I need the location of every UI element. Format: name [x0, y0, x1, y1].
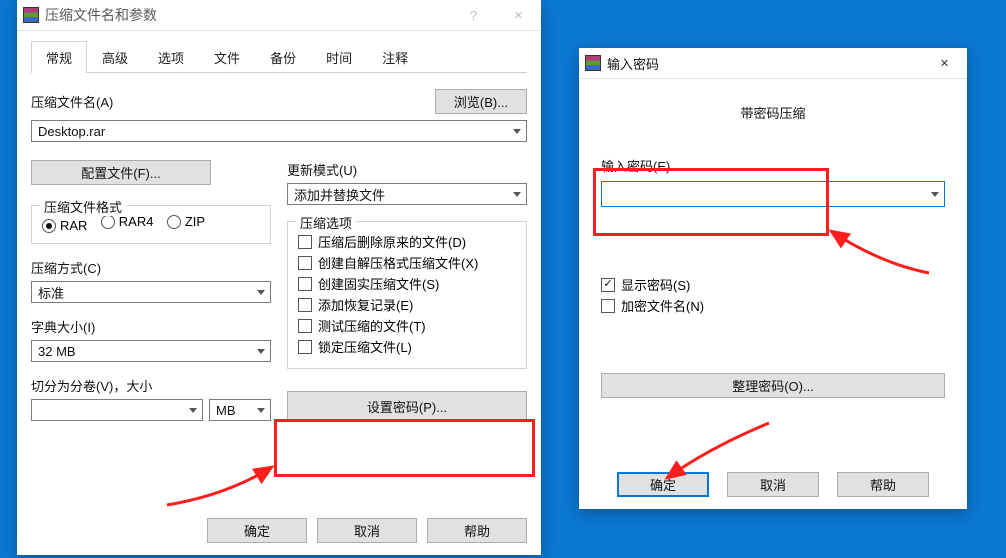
winrar-icon [585, 55, 601, 71]
window-title: 压缩文件名和参数 [45, 5, 451, 25]
update-mode-label: 更新模式(U) [287, 160, 527, 179]
split-unit-select[interactable]: MB [209, 399, 271, 421]
archive-name-label: 压缩文件名(A) [31, 92, 435, 111]
update-mode-select[interactable]: 添加并替换文件 [287, 183, 527, 205]
archive-name-value: Desktop.rar [32, 124, 508, 139]
check-solid[interactable]: 创建固实压缩文件(S) [298, 274, 516, 293]
tab-general[interactable]: 常规 [31, 41, 87, 73]
options-legend: 压缩选项 [296, 213, 356, 232]
radio-rar[interactable]: RAR [42, 218, 87, 233]
dict-select[interactable]: 32 MB [31, 340, 271, 362]
chevron-down-icon [184, 408, 202, 413]
check-lock[interactable]: 锁定压缩文件(L) [298, 337, 516, 356]
chevron-down-icon [252, 408, 270, 413]
tab-time[interactable]: 时间 [311, 41, 367, 73]
cancel-button[interactable]: 取消 [727, 472, 819, 497]
check-recovery[interactable]: 添加恢复记录(E) [298, 295, 516, 314]
format-legend: 压缩文件格式 [40, 197, 126, 216]
close-icon[interactable] [922, 48, 967, 78]
close-icon[interactable] [496, 0, 541, 30]
help-button[interactable]: 帮助 [837, 472, 929, 497]
dict-label: 字典大小(I) [31, 317, 271, 336]
winrar-icon [23, 7, 39, 23]
tab-backup[interactable]: 备份 [255, 41, 311, 73]
window-title: 输入密码 [607, 54, 922, 73]
titlebar: 输入密码 [579, 48, 967, 79]
radio-rar4[interactable]: RAR4 [101, 214, 154, 229]
split-label: 切分为分卷(V)，大小 [31, 376, 271, 395]
chevron-down-icon [508, 129, 526, 134]
password-input[interactable] [601, 181, 945, 207]
check-encrypt-names[interactable]: 加密文件名(N) [601, 296, 945, 315]
options-group: 压缩选项 压缩后删除原来的文件(D) 创建自解压格式压缩文件(X) 创建固实压缩… [287, 221, 527, 369]
check-show-password[interactable]: 显示密码(S) [601, 275, 945, 294]
set-password-button[interactable]: 设置密码(P)... [287, 391, 527, 421]
browse-button[interactable]: 浏览(B)... [435, 89, 527, 114]
chevron-down-icon [508, 192, 526, 197]
method-label: 压缩方式(C) [31, 258, 271, 277]
tab-options[interactable]: 选项 [143, 41, 199, 73]
check-test[interactable]: 测试压缩的文件(T) [298, 316, 516, 335]
tab-files[interactable]: 文件 [199, 41, 255, 73]
check-sfx[interactable]: 创建自解压格式压缩文件(X) [298, 253, 516, 272]
split-size-input[interactable] [31, 399, 203, 421]
archive-name-input[interactable]: Desktop.rar [31, 120, 527, 142]
tab-advanced[interactable]: 高级 [87, 41, 143, 73]
chevron-down-icon [926, 192, 944, 197]
password-dialog: 输入密码 带密码压缩 输入密码(E) 显示密码(S) 加密文件名(N) 整理密码… [579, 48, 967, 509]
ok-button[interactable]: 确定 [207, 518, 307, 543]
radio-zip[interactable]: ZIP [167, 214, 205, 229]
titlebar: 压缩文件名和参数 [17, 0, 541, 31]
tab-strip: 常规 高级 选项 文件 备份 时间 注释 [31, 41, 527, 73]
method-select[interactable]: 标准 [31, 281, 271, 303]
chevron-down-icon [252, 290, 270, 295]
archive-dialog: 压缩文件名和参数 常规 高级 选项 文件 备份 时间 注释 压缩文件名(A) 浏… [17, 0, 541, 555]
cancel-button[interactable]: 取消 [317, 518, 417, 543]
dialog-footer: 确定 取消 帮助 [17, 506, 541, 555]
check-delete-after[interactable]: 压缩后删除原来的文件(D) [298, 232, 516, 251]
tab-comment[interactable]: 注释 [367, 41, 423, 73]
organize-passwords-button[interactable]: 整理密码(O)... [601, 373, 945, 398]
ok-button[interactable]: 确定 [617, 472, 709, 497]
profiles-button[interactable]: 配置文件(F)... [31, 160, 211, 185]
help-button[interactable]: 帮助 [427, 518, 527, 543]
format-group: 压缩文件格式 RAR RAR4 ZIP [31, 205, 271, 244]
dialog-footer: 确定 取消 帮助 [579, 460, 967, 509]
help-icon[interactable] [451, 0, 496, 30]
chevron-down-icon [252, 349, 270, 354]
enter-password-label: 输入密码(E) [601, 156, 945, 175]
heading: 带密码压缩 [601, 103, 945, 122]
